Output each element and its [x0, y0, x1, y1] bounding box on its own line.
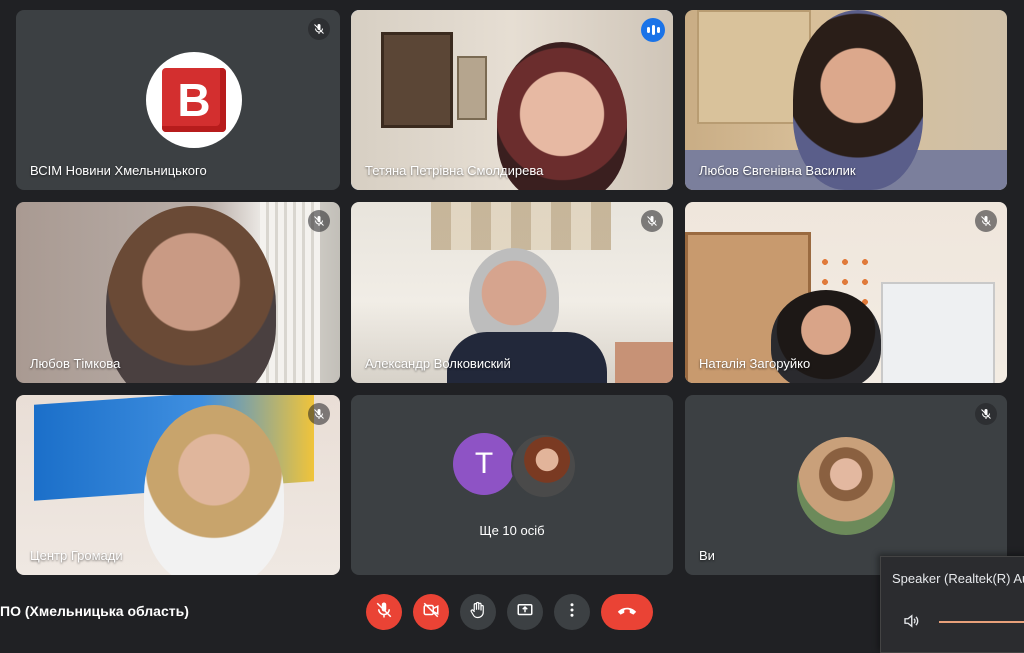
participant-tile-active-speaker[interactable]: Тетяна Петрівна Смолдирева — [351, 10, 673, 190]
avatar: T — [453, 433, 515, 495]
toggle-mic-button[interactable] — [366, 594, 402, 630]
leave-call-button[interactable] — [601, 594, 653, 630]
participant-name: Тетяна Петрівна Смолдирева — [365, 163, 544, 178]
avatar-letter: B — [177, 74, 211, 126]
avatar — [797, 437, 895, 535]
participant-name: Центр Громади — [30, 548, 123, 563]
participant-name: Ви — [699, 548, 715, 563]
mic-off-icon — [308, 18, 330, 40]
avatar — [511, 433, 577, 499]
mic-off-icon — [975, 210, 997, 232]
mic-off-icon — [375, 601, 393, 624]
camera-off-icon — [422, 601, 440, 624]
participant-tile[interactable]: Любов Євгенівна Василик — [685, 10, 1007, 190]
speaking-indicator-icon — [641, 18, 665, 42]
present-screen-button[interactable] — [507, 594, 543, 630]
participant-name: ВСІМ Новини Хмельницького — [30, 163, 207, 178]
self-tile[interactable]: Ви — [685, 395, 1007, 575]
participant-tile[interactable]: Любов Тімкова — [16, 202, 340, 383]
meeting-title: ПО (Хмельницька область) — [0, 603, 189, 619]
participant-name: Наталія Загоруйко — [699, 356, 811, 371]
more-participants-label: Ще 10 осіб — [479, 523, 545, 538]
more-vert-icon — [563, 601, 581, 624]
more-options-button[interactable] — [554, 594, 590, 630]
more-participants-tile[interactable]: T Ще 10 осіб — [351, 395, 673, 575]
avatar-letter: T — [474, 447, 494, 480]
hand-icon — [469, 601, 487, 624]
speaker-device-label: Speaker (Realtek(R) Au — [892, 571, 1024, 586]
mic-off-icon — [975, 403, 997, 425]
mic-off-icon — [308, 403, 330, 425]
participant-name: Любов Євгенівна Василик — [699, 163, 856, 178]
participant-tile[interactable]: Наталія Загоруйко — [685, 202, 1007, 383]
volume-slider[interactable] — [939, 621, 1024, 623]
toggle-camera-button[interactable] — [413, 594, 449, 630]
mic-off-icon — [308, 210, 330, 232]
volume-icon[interactable] — [901, 612, 921, 635]
raise-hand-button[interactable] — [460, 594, 496, 630]
speaker-output-panel[interactable]: Speaker (Realtek(R) Au — [880, 556, 1024, 653]
participant-name: Любов Тімкова — [30, 356, 121, 371]
avatar: B — [146, 52, 242, 148]
participant-name: Александр Волковиский — [365, 356, 511, 371]
participant-tile[interactable]: Александр Волковиский — [351, 202, 673, 383]
mic-off-icon — [641, 210, 663, 232]
hang-up-icon — [616, 603, 638, 622]
present-screen-icon — [516, 601, 534, 624]
participant-tile[interactable]: B ВСІМ Новини Хмельницького — [16, 10, 340, 190]
participant-tile[interactable]: Центр Громади — [16, 395, 340, 575]
